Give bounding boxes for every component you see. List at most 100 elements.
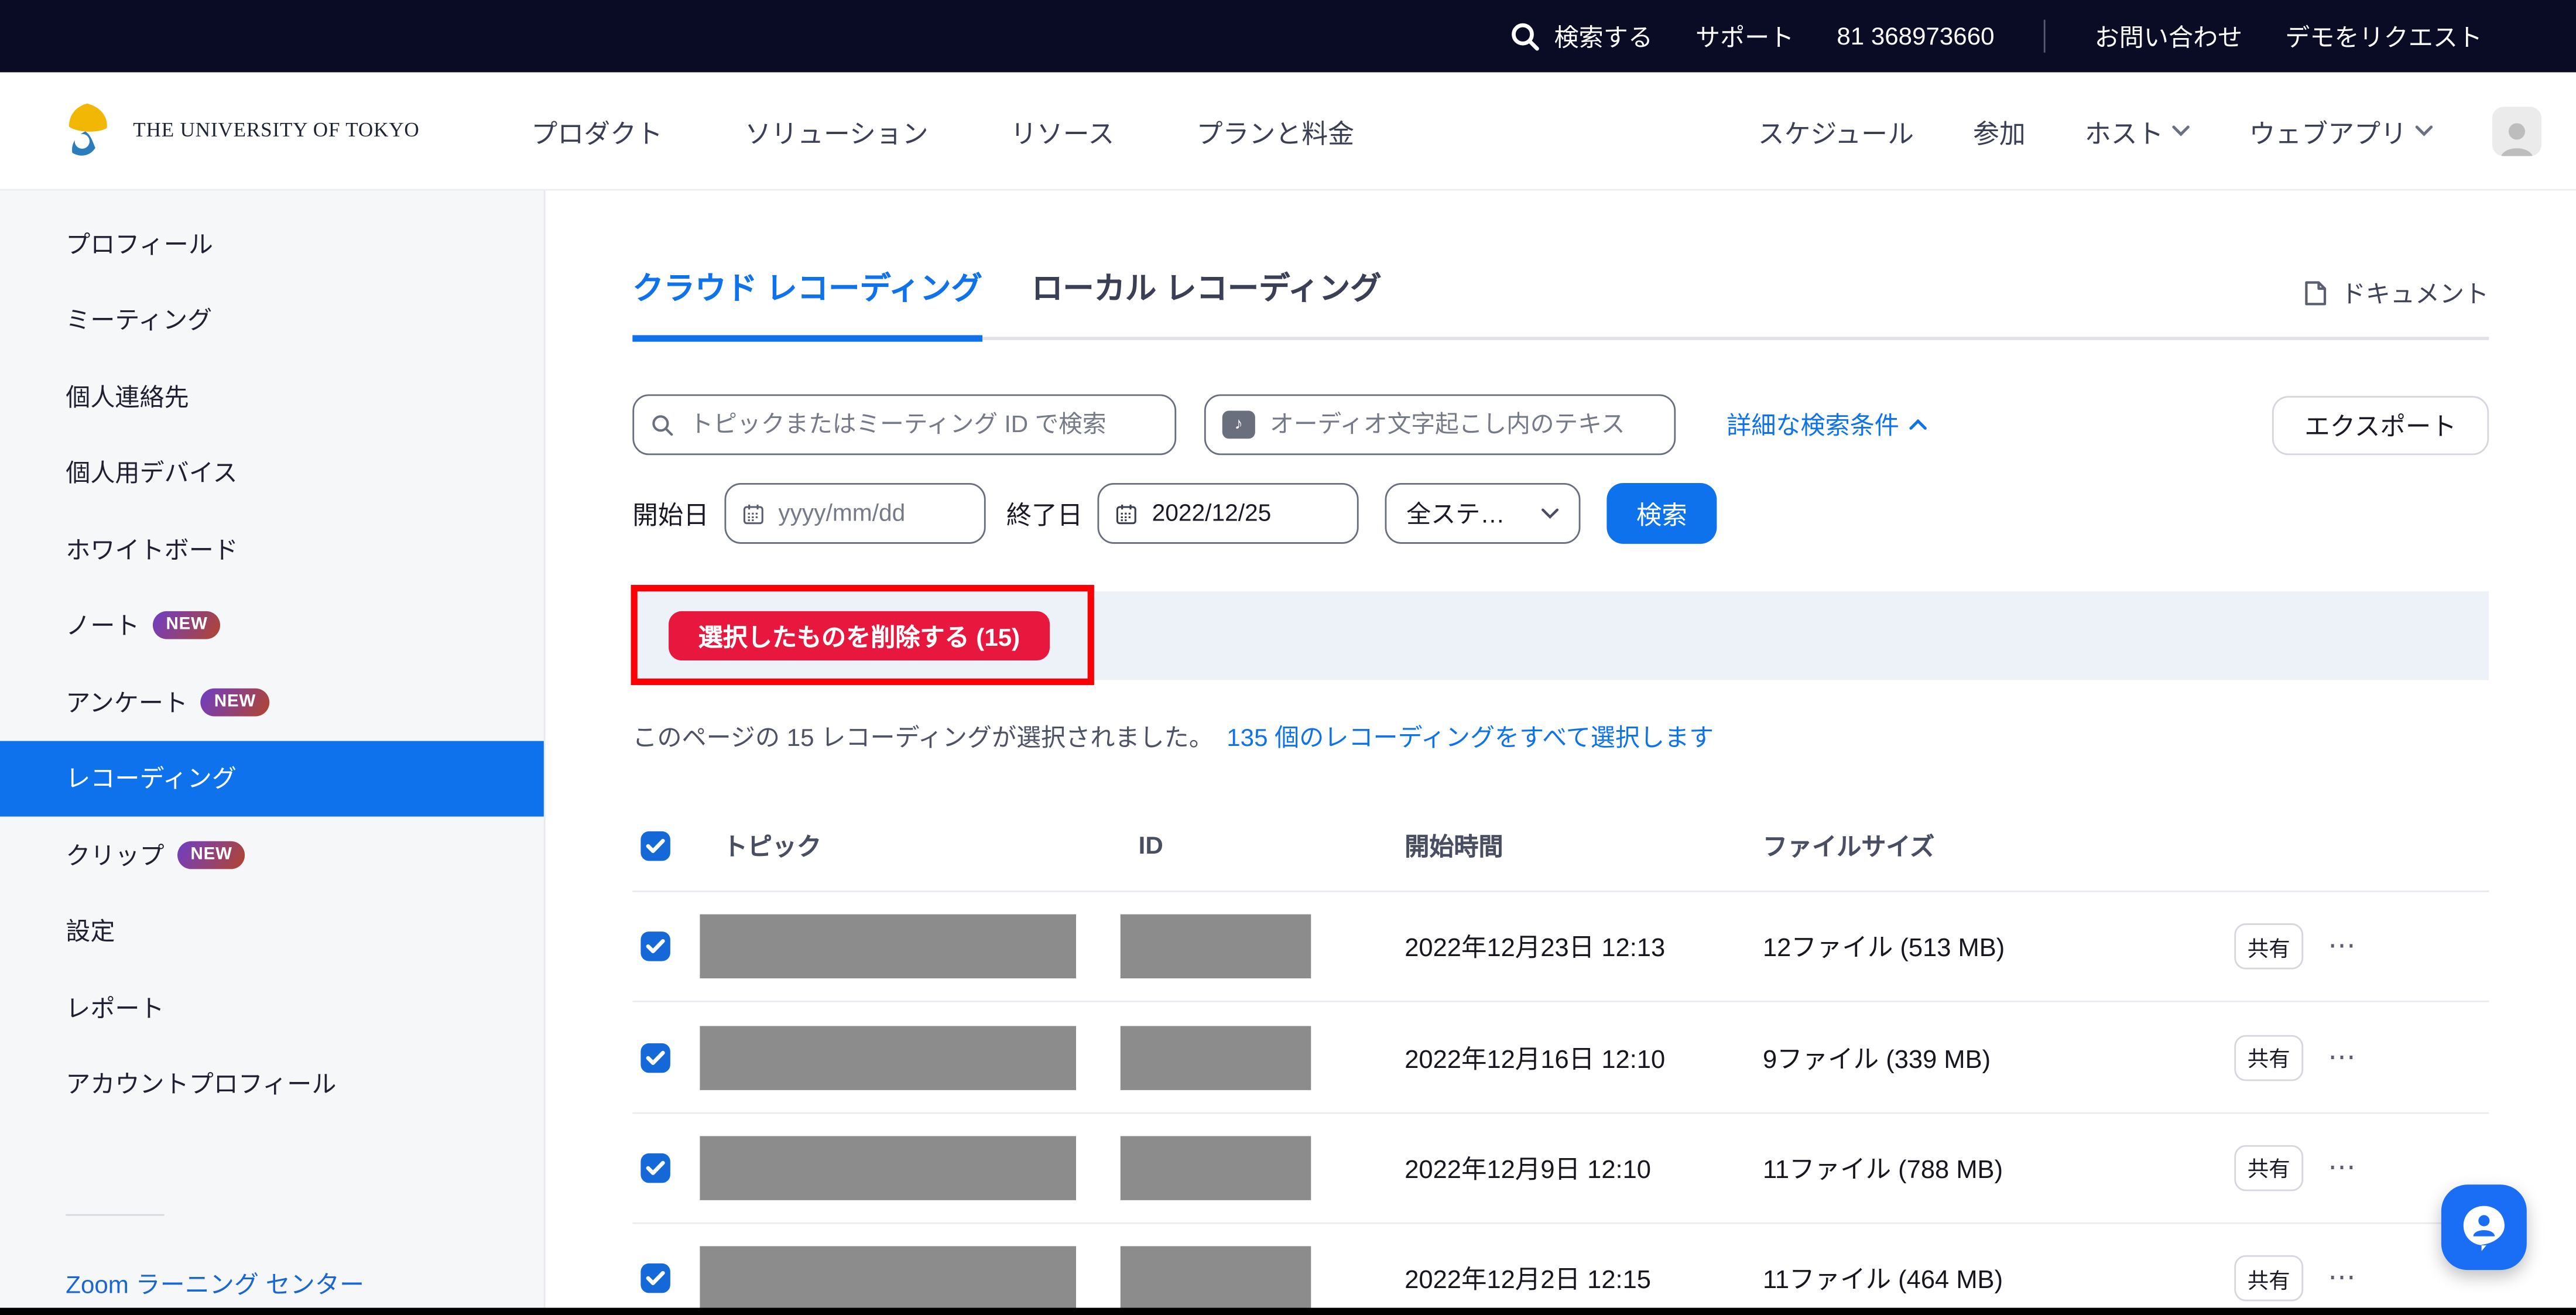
topbar-contact-link[interactable]: お問い合わせ [2095,19,2243,53]
redacted-topic [700,915,1076,978]
nav-resources[interactable]: リソース [1010,111,1114,150]
select-all-link[interactable]: 135 個のレコーディングをすべて選択します [1227,720,1714,754]
start-date-input[interactable] [775,499,967,529]
sidebar-item-contacts[interactable]: 個人連絡先 [0,358,544,434]
advanced-search-link[interactable]: 詳細な検索条件 [1727,407,1927,442]
check-icon [646,838,666,854]
sidebar-item-reports[interactable]: レポート [0,970,544,1046]
sidebar-item-meetings[interactable]: ミーティング [0,282,544,358]
sidebar-divider [66,1214,164,1216]
sidebar-item-notes[interactable]: ノートNEW [0,587,544,663]
redacted-id [1121,915,1311,978]
more-options-icon[interactable]: ⋯ [2328,1262,2358,1295]
tab-cloud-recordings[interactable]: クラウド レコーディング [632,265,982,342]
redacted-topic [700,1136,1076,1200]
chevron-down-icon [2415,125,2433,136]
col-header-size: ファイルサイズ [1763,829,1934,864]
share-button[interactable]: 共有 [2234,924,2303,970]
search-icon [650,412,674,438]
row-checkbox[interactable] [640,932,670,962]
search-icon [1510,20,1541,52]
search-button[interactable]: 検索 [1606,483,1717,544]
more-options-icon[interactable]: ⋯ [2328,1152,2358,1184]
nav-solutions[interactable]: ソリューション [745,111,928,150]
topbar-divider [2044,20,2046,53]
share-button[interactable]: 共有 [2234,1145,2303,1191]
topbar-demo-link[interactable]: デモをリクエスト [2285,19,2482,53]
redacted-id [1121,1136,1311,1200]
documentation-link[interactable]: ドキュメント [2303,276,2489,310]
tabs-row: クラウド レコーディング ローカル レコーディング ドキュメント [632,191,2489,340]
tab-local-recordings[interactable]: ローカル レコーディング [1032,265,1382,337]
zoom-web-portal: 検索する サポート 81 368973660 お問い合わせ デモをリクエスト T… [0,0,2576,1315]
sidebar-item-surveys[interactable]: アンケートNEW [0,664,544,740]
table-row: 2022年12月2日 12:15 11ファイル (464 MB) 共有 ⋯ [632,1224,2489,1315]
row-checkbox[interactable] [640,1153,670,1183]
row-start-time: 2022年12月9日 12:10 [1405,1150,1651,1186]
sidebar-item-recordings[interactable]: レコーディング [0,740,544,816]
nav-schedule[interactable]: スケジュール [1758,111,1914,150]
row-checkbox[interactable] [640,1264,670,1294]
redacted-topic [700,1025,1076,1089]
end-date-label: 終了日 [1006,495,1083,532]
sidebar-item-account-profile[interactable]: アカウントプロフィール [0,1046,544,1122]
new-badge: NEW [153,612,221,640]
nav-host[interactable]: ホスト [2085,111,2190,150]
main-header: THE UNIVERSITY OF TOKYO プロダクト ソリューション リソ… [0,72,2576,190]
topic-search-input[interactable] [686,410,1158,440]
nav-web-app[interactable]: ウェブアプリ [2249,111,2433,150]
main-panel: クラウド レコーディング ローカル レコーディング ドキュメント [546,191,2576,1315]
end-date-input[interactable] [1149,499,1341,529]
row-file-size: 11ファイル (464 MB) [1763,1261,2003,1297]
recording-tabs: クラウド レコーディング ローカル レコーディング [632,265,2489,340]
table-row: 2022年12月16日 12:10 9ファイル (339 MB) 共有 ⋯ [632,1003,2489,1114]
sidebar-item-profile[interactable]: プロフィール [0,206,544,282]
topbar-search[interactable]: 検索する [1510,19,1653,53]
topbar-search-label: 検索する [1554,19,1653,53]
more-options-icon[interactable]: ⋯ [2328,1041,2358,1074]
status-dropdown[interactable]: 全ステ… [1385,483,1581,544]
app-body: プロフィール ミーティング 個人連絡先 個人用デバイス ホワイトボード ノートN… [0,191,2576,1315]
start-date-label: 開始日 [632,495,709,532]
redacted-id [1121,1246,1311,1310]
new-badge: NEW [201,688,269,716]
select-all-checkbox[interactable] [640,831,670,861]
more-options-icon[interactable]: ⋯ [2328,930,2358,963]
export-button[interactable]: エクスポート [2272,395,2489,454]
delete-selected-button[interactable]: 選択したものを削除する (15) [669,611,1050,660]
row-start-time: 2022年12月23日 12:13 [1405,929,1665,965]
col-header-topic: トピック [723,829,821,864]
share-button[interactable]: 共有 [2234,1035,2303,1081]
end-date-field [1098,483,1359,544]
zoom-learning-center-link[interactable]: Zoom ラーニング センター [66,1267,544,1302]
topbar-phone[interactable]: 81 368973660 [1837,22,1994,50]
row-start-time: 2022年12月2日 12:15 [1405,1261,1651,1297]
support-chat-button[interactable] [2441,1184,2527,1269]
table-row: 2022年12月23日 12:13 12ファイル (513 MB) 共有 ⋯ [632,892,2489,1003]
transcript-search-input[interactable] [1267,410,1658,440]
person-icon [2495,116,2538,155]
sidebar-item-settings[interactable]: 設定 [0,893,544,969]
table-header: トピック ID 開始時間 ファイルサイズ [632,817,2489,892]
nav-join[interactable]: 参加 [1973,111,2026,150]
nav-products[interactable]: プロダクト [531,111,663,150]
sidebar-item-devices[interactable]: 個人用デバイス [0,434,544,511]
date-filter-row: 開始日 終了日 全ステ… 検索 [632,483,2489,544]
user-avatar[interactable] [2492,106,2541,155]
recordings-table: トピック ID 開始時間 ファイルサイズ 2022年12月23日 12:13 1… [632,817,2489,1315]
sidebar-item-clips[interactable]: クリップNEW [0,817,544,893]
start-date-field [724,483,985,544]
utokyo-ginkgo-icon [54,98,120,163]
row-checkbox[interactable] [640,1043,670,1073]
top-utility-bar: 検索する サポート 81 368973660 お問い合わせ デモをリクエスト [0,0,2576,72]
utokyo-logo[interactable]: THE UNIVERSITY OF TOKYO [54,98,420,163]
selection-count-text: このページの 15 レコーディングが選択されました。 [632,720,1213,754]
bottom-edge-bar [0,1307,2576,1315]
nav-plans-pricing[interactable]: プランと料金 [1197,111,1354,150]
col-header-start: 開始時間 [1405,829,1503,864]
sidebar-item-whiteboard[interactable]: ホワイトボード [0,511,544,587]
share-button[interactable]: 共有 [2234,1256,2303,1302]
topbar-support-link[interactable]: サポート [1695,19,1794,53]
transcript-search-field: ♪ [1204,394,1676,455]
check-icon [646,1160,666,1176]
